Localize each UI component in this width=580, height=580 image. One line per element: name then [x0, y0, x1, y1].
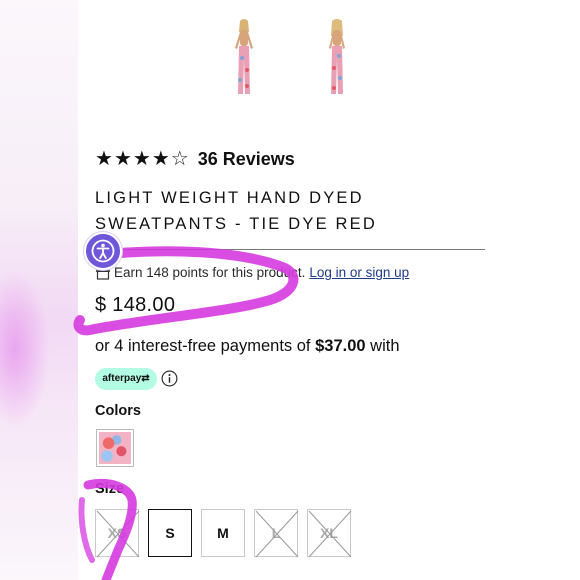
swatch-image [99, 432, 131, 464]
star-icon: ★ [132, 148, 151, 170]
unavailable-cross [96, 510, 140, 558]
size-option-label: M [217, 525, 229, 541]
installments-text: or 4 interest-free payments of $37.00 wi… [95, 337, 400, 356]
price: $ 148.00 [95, 294, 176, 316]
rewards-points: Earn 148 points for this product. Log in… [96, 265, 409, 280]
star-outline-icon: ☆ [170, 148, 189, 170]
star-icon: ★ [113, 148, 132, 170]
size-option-label: S [165, 525, 175, 541]
points-text: Earn 148 points for this product. [114, 265, 306, 280]
afterpay-arrows-icon: ⇄ [141, 373, 150, 384]
installments-prefix: or 4 interest-free payments of [95, 337, 316, 355]
info-icon[interactable] [161, 370, 178, 387]
product-title-line: SWEATPANTS - TIE DYE RED [95, 215, 377, 233]
divider [95, 249, 485, 250]
size-options: XS S M L XL [95, 509, 352, 558]
size-label: Size [95, 481, 125, 497]
product-image-back[interactable] [322, 18, 352, 98]
unavailable-cross [255, 510, 299, 558]
size-option-l[interactable]: L [254, 509, 299, 558]
color-swatch-tie-dye-red[interactable] [96, 429, 134, 467]
product-image-front[interactable] [229, 18, 259, 98]
accessibility-icon [91, 239, 115, 263]
afterpay-badge[interactable]: afterpay⇄ [95, 368, 157, 390]
size-option-m[interactable]: M [201, 509, 245, 557]
size-option-xl[interactable]: XL [307, 509, 352, 558]
reviews-link[interactable]: 36 Reviews [198, 149, 295, 170]
rating-summary[interactable]: ★ ★ ★ ★ ☆ 36 Reviews [95, 148, 295, 170]
unavailable-cross [308, 510, 352, 558]
product-title-line: LIGHT WEIGHT HAND DYED [95, 189, 364, 207]
product-title: LIGHT WEIGHT HAND DYED SWEATPANTS - TIE … [95, 185, 515, 237]
size-option-xs[interactable]: XS [95, 509, 140, 558]
colors-label: Colors [95, 403, 141, 419]
star-icon: ★ [151, 148, 170, 170]
installments-suffix: with [365, 337, 400, 355]
afterpay-label: afterpay [102, 373, 142, 384]
accessibility-button[interactable] [84, 232, 122, 270]
installments-amount: $37.00 [315, 337, 366, 355]
product-thumbnails [0, 18, 580, 100]
size-option-s[interactable]: S [148, 509, 192, 557]
star-icon: ★ [95, 148, 113, 170]
login-signup-link[interactable]: Log in or sign up [309, 265, 409, 280]
